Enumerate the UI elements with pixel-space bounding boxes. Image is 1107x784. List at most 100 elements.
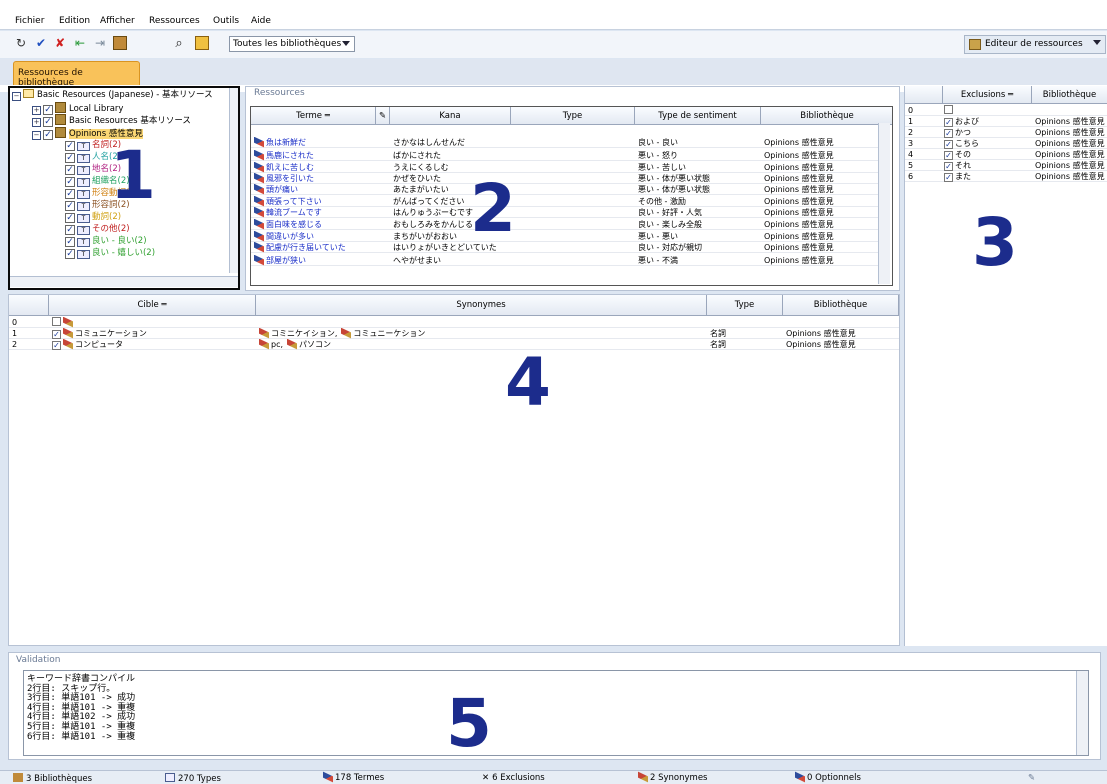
table-row[interactable]: 3 ✓ こちら Opinions 感性意見 xyxy=(905,138,1107,149)
validation-vertical-scrollbar[interactable] xyxy=(1076,671,1088,755)
menu-aide[interactable]: Aide xyxy=(251,16,271,26)
checkbox[interactable]: ✓ xyxy=(65,141,75,151)
synonyms-cell[interactable]: コミニケイション, コミュニーケション xyxy=(256,328,707,339)
expand-icon[interactable]: + xyxy=(32,118,41,127)
table-row[interactable]: 部屋が狭い へやがせまい 悪い - 不満 Opinions 感性意見 xyxy=(251,255,881,266)
checkbox[interactable]: ✓ xyxy=(65,249,75,259)
library-select[interactable]: Toutes les bibliothèques xyxy=(229,36,355,52)
term-cell[interactable]: 韓流ブームです xyxy=(251,207,390,218)
checkbox[interactable]: ✓ xyxy=(52,330,61,339)
exclusion-cell[interactable]: ✓ および xyxy=(941,116,1032,127)
term-cell[interactable]: 配慮が行き届いていた xyxy=(251,242,390,253)
pin-icon[interactable]: ✎ xyxy=(376,107,390,125)
term-cell[interactable]: 部屋が狭い xyxy=(251,255,390,266)
table-row[interactable]: 風邪を引いた かぜをひいた 悪い - 体が悪い状態 Opinions 感性意見 xyxy=(251,173,881,184)
table-row[interactable]: 馬鹿にされた ばかにされた 悪い - 怒り Opinions 感性意見 xyxy=(251,150,881,161)
target-cell[interactable]: ✓ コミュニケーション xyxy=(49,328,256,339)
collapse-icon[interactable]: − xyxy=(32,131,41,140)
term-cell[interactable]: 魚は新鮮だ xyxy=(251,137,390,148)
checkbox[interactable]: ✓ xyxy=(944,151,953,160)
tree-type[interactable]: ✓ T 良い - 良い(2) xyxy=(65,235,147,247)
exclusion-cell[interactable]: ✓ その xyxy=(941,149,1032,160)
table-row[interactable]: 飢えに苦しむ うえにくるしむ 悪い - 苦しい Opinions 感性意見 xyxy=(251,162,881,173)
col-header-synonyms[interactable]: Synonymes xyxy=(256,295,707,316)
col-header-library[interactable]: Bibliothèque xyxy=(761,107,892,125)
exclusion-cell[interactable]: ✓ また xyxy=(941,171,1032,182)
tab-library-resources[interactable]: Ressources de bibliothèque xyxy=(13,61,140,88)
col-header-term[interactable]: Terme ═ xyxy=(251,107,376,125)
checkbox[interactable]: ✓ xyxy=(65,189,75,199)
target-cell[interactable] xyxy=(49,317,256,328)
synonyms-cell[interactable]: pc, パソコン xyxy=(256,339,707,350)
menu-outils[interactable]: Outils xyxy=(213,16,239,26)
menu-ressources[interactable]: Ressources xyxy=(149,16,200,26)
checkbox[interactable]: ✓ xyxy=(944,173,953,182)
table-row[interactable]: 間違いが多い まちがいがおおい 悪い - 悪い Opinions 感性意見 xyxy=(251,231,881,242)
checkbox[interactable]: ✓ xyxy=(52,341,61,350)
checkbox[interactable]: ✓ xyxy=(65,225,75,235)
book-icon[interactable] xyxy=(113,36,127,50)
exclusion-cell[interactable]: ✓ それ xyxy=(941,160,1032,171)
collapse-icon[interactable]: − xyxy=(12,92,21,101)
table-row[interactable]: 1 ✓ および Opinions 感性意見 xyxy=(905,116,1107,127)
table-row[interactable]: 面白味を感じる おもしろみをかんじる 良い - 楽しみ全般 Opinions 感性意見 xyxy=(251,219,881,230)
checkbox[interactable]: ✓ xyxy=(43,130,53,140)
editor-button[interactable]: Editeur de ressources xyxy=(964,35,1106,54)
resources-vertical-scrollbar[interactable] xyxy=(878,123,890,284)
exclusion-cell[interactable]: ✓ かつ xyxy=(941,127,1032,138)
table-row[interactable]: 頭が痛い あたまがいたい 悪い - 体が悪い状態 Opinions 感性意見 xyxy=(251,184,881,195)
term-cell[interactable]: 頭が痛い xyxy=(251,184,390,195)
menu-fichier[interactable]: Fichier xyxy=(15,16,44,26)
col-header-kana[interactable]: Kana xyxy=(390,107,511,125)
pin-icon[interactable]: ✎ xyxy=(1028,773,1035,783)
checkbox[interactable]: ✓ xyxy=(65,201,75,211)
table-row[interactable]: 配慮が行き届いていた はいりょがいきとどいていた 良い - 対応が親切 Opinion… xyxy=(251,242,881,253)
checkbox[interactable]: ✓ xyxy=(944,129,953,138)
checkbox[interactable]: ✓ xyxy=(65,153,75,163)
col-header-syn-type[interactable]: Type xyxy=(707,295,783,316)
tree-node[interactable]: + ✓ Basic Resources 基本リソース xyxy=(32,114,191,127)
checkbox[interactable]: ✓ xyxy=(65,237,75,247)
col-header-target[interactable]: Cible ═ xyxy=(49,295,256,316)
tree-root[interactable]: − Basic Resources (Japanese) - 基本リソース xyxy=(12,89,213,101)
table-row[interactable]: 頑張って下さい がんばってください その他 - 激励 Opinions 感性意見 xyxy=(251,196,881,207)
table-row[interactable]: 0 xyxy=(9,317,899,328)
term-cell[interactable]: 頑張って下さい xyxy=(251,196,390,207)
checkbox[interactable]: ✓ xyxy=(944,118,953,127)
table-row[interactable]: 魚は新鮮だ さかなはしんせんだ 良い - 良い Opinions 感性意見 xyxy=(251,137,881,148)
col-header-syn-library[interactable]: Bibliothèque xyxy=(783,295,899,316)
col-header-excl-library[interactable]: Bibliothèque xyxy=(1032,86,1107,104)
checkbox[interactable] xyxy=(944,105,953,114)
edit-icon[interactable] xyxy=(195,36,209,50)
tree-vertical-scrollbar[interactable] xyxy=(229,88,238,273)
target-cell[interactable]: ✓ コンピュータ xyxy=(49,339,256,350)
table-row[interactable]: 6 ✓ また Opinions 感性意見 xyxy=(905,171,1107,182)
menu-afficher[interactable]: Afficher xyxy=(100,16,135,26)
tree-horizontal-scrollbar[interactable] xyxy=(10,276,238,287)
tree-type[interactable]: ✓ T その他(2) xyxy=(65,223,130,235)
col-header-type[interactable]: Type xyxy=(511,107,635,125)
import-icon[interactable]: ⇤ xyxy=(73,36,87,50)
table-row[interactable]: 0 xyxy=(905,105,1107,116)
new-icon[interactable]: ↻ xyxy=(14,36,28,50)
checkbox[interactable]: ✓ xyxy=(43,117,53,127)
table-row[interactable]: 4 ✓ その Opinions 感性意見 xyxy=(905,149,1107,160)
tree-node[interactable]: + ✓ Local Library xyxy=(32,102,123,115)
table-row[interactable]: 5 ✓ それ Opinions 感性意見 xyxy=(905,160,1107,171)
find-icon[interactable]: ⌕ xyxy=(172,36,186,50)
checkbox[interactable]: ✓ xyxy=(944,140,953,149)
synonyms-cell[interactable] xyxy=(256,317,707,328)
checkbox[interactable]: ✓ xyxy=(944,162,953,171)
table-row[interactable]: 2 ✓ かつ Opinions 感性意見 xyxy=(905,127,1107,138)
term-cell[interactable]: 飢えに苦しむ xyxy=(251,162,390,173)
export-icon[interactable]: ⇥ xyxy=(93,36,107,50)
table-row[interactable]: 1 ✓ コミュニケーション コミニケイション, コミュニーケション 名詞 Opinions … xyxy=(9,328,899,339)
menu-edition[interactable]: Edition xyxy=(59,16,90,26)
col-header-exclusions[interactable]: Exclusions ═ xyxy=(943,86,1032,104)
term-cell[interactable]: 間違いが多い xyxy=(251,231,390,242)
checkbox[interactable]: ✓ xyxy=(65,213,75,223)
delete-icon[interactable]: ✘ xyxy=(53,36,67,50)
term-cell[interactable]: 面白味を感じる xyxy=(251,219,390,230)
term-cell[interactable]: 風邪を引いた xyxy=(251,173,390,184)
col-header-sentiment[interactable]: Type de sentiment xyxy=(635,107,761,125)
